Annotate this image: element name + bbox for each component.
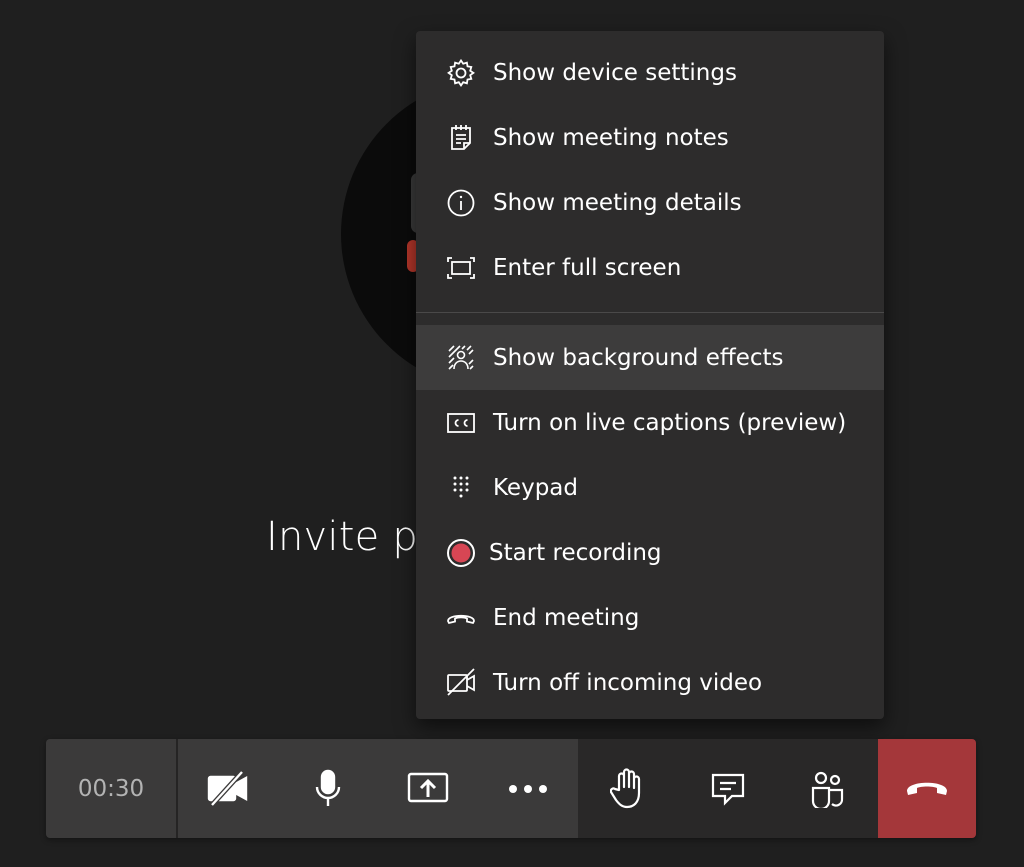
call-timer: 00:30 — [46, 739, 178, 838]
record-icon — [444, 536, 478, 570]
share-screen-icon — [406, 771, 450, 807]
participants-button[interactable] — [778, 739, 878, 838]
menu-item-full-screen[interactable]: Enter full screen — [416, 235, 884, 300]
menu-item-label: Enter full screen — [493, 254, 682, 281]
background-effects-icon — [444, 341, 478, 375]
menu-item-meeting-notes[interactable]: Show meeting notes — [416, 105, 884, 170]
menu-item-label: Show meeting details — [493, 189, 742, 216]
chat-button[interactable] — [678, 739, 778, 838]
raise-hand-button[interactable] — [578, 739, 678, 838]
chat-icon — [710, 771, 746, 807]
menu-item-label: Show background effects — [493, 344, 784, 371]
gear-icon — [444, 56, 478, 90]
menu-item-label: Keypad — [493, 474, 578, 501]
menu-item-turn-off-incoming-video[interactable]: Turn off incoming video — [416, 650, 884, 715]
hand-icon — [610, 767, 646, 810]
call-toolbar: 00:30 — [46, 739, 976, 838]
menu-item-start-recording[interactable]: Start recording — [416, 520, 884, 585]
toolbar-media-controls — [178, 739, 578, 838]
menu-item-device-settings[interactable]: Show device settings — [416, 40, 884, 105]
menu-item-end-meeting[interactable]: End meeting — [416, 585, 884, 650]
menu-item-meeting-details[interactable]: Show meeting details — [416, 170, 884, 235]
invite-people-text: Invite p — [266, 514, 418, 560]
menu-item-keypad[interactable]: Keypad — [416, 455, 884, 520]
keypad-icon — [444, 471, 478, 505]
camera-off-icon — [206, 770, 250, 807]
notes-icon — [444, 121, 478, 155]
end-meeting-icon — [444, 601, 478, 635]
share-screen-button[interactable] — [378, 739, 478, 838]
camera-off-button[interactable] — [178, 739, 278, 838]
captions-icon — [444, 406, 478, 440]
menu-item-label: Turn off incoming video — [493, 669, 763, 696]
info-icon — [444, 186, 478, 220]
menu-item-background-effects[interactable]: Show background effects — [416, 325, 884, 390]
microphone-icon — [312, 769, 344, 809]
hang-up-icon — [905, 779, 949, 799]
menu-item-label: Start recording — [489, 539, 662, 566]
menu-divider — [416, 312, 884, 313]
video-off-icon — [444, 666, 478, 700]
hang-up-button[interactable] — [878, 739, 976, 838]
more-actions-menu: Show device settings Show meeting notes — [416, 31, 884, 719]
microphone-button[interactable] — [278, 739, 378, 838]
more-actions-button[interactable] — [478, 739, 578, 838]
fullscreen-icon — [444, 251, 478, 285]
menu-item-label: Turn on live captions (preview) — [493, 409, 847, 436]
more-icon — [506, 783, 550, 795]
meeting-stage: Invite p Show device settings Show meeti… — [0, 0, 1024, 867]
toolbar-collaboration-controls — [578, 739, 878, 838]
menu-item-label: Show device settings — [493, 59, 737, 86]
menu-item-label: Show meeting notes — [493, 124, 729, 151]
menu-item-live-captions[interactable]: Turn on live captions (preview) — [416, 390, 884, 455]
menu-item-label: End meeting — [493, 604, 640, 631]
participants-icon — [810, 770, 846, 808]
